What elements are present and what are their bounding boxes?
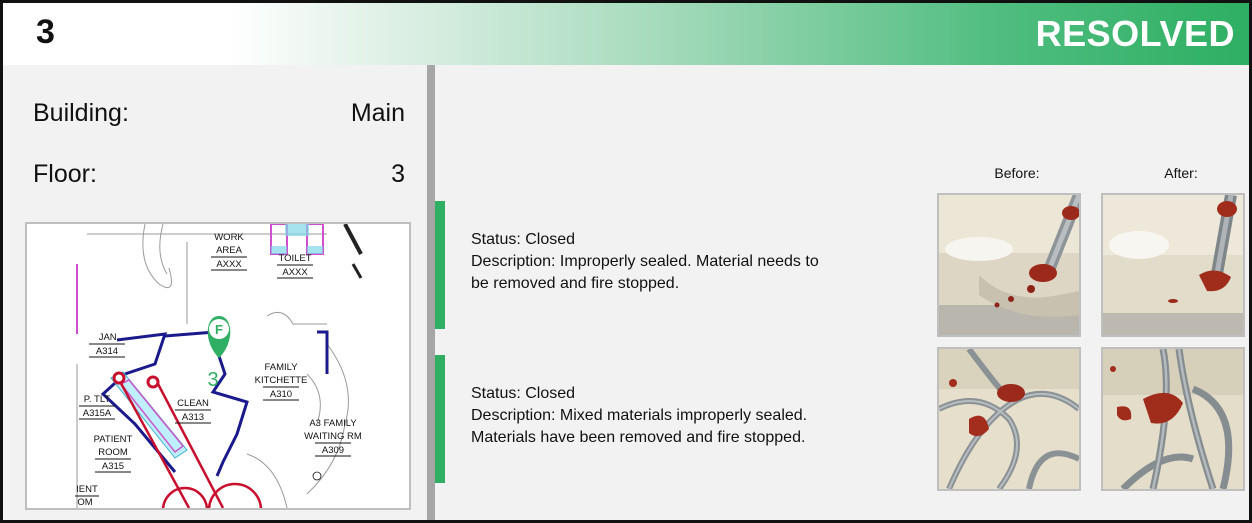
building-row: Building: Main [33,99,405,128]
issue-status-bar [435,355,445,483]
room-waiting-code: A309 [322,445,344,456]
marker-number: 3 [207,369,218,391]
status-badge: RESOLVED [1035,13,1235,54]
room-patient-name2: ROOM [98,447,128,458]
building-value: Main [350,99,405,127]
room-partial-name2: OM [77,497,92,508]
room-family-code: A310 [270,389,292,400]
issue-description-line2: Materials have been removed and fire sto… [471,429,806,446]
building-label: Building: [33,99,129,127]
issue-description-line1: Description: Improperly sealed. Material… [471,253,819,270]
issue-description-line1: Description: Mixed materials improperly … [471,407,808,424]
report-header: 3 RESOLVED [3,3,1249,65]
room-clean-code: A313 [182,412,204,423]
room-patient-name: PATIENT [94,434,133,445]
room-partial-name: IENT [76,484,98,495]
room-waiting-name: A3 FAMILY [309,418,357,429]
room-jan-code: A314 [96,346,118,357]
room-patient-code: A315 [102,461,124,472]
room-jan-name: JAN. [99,332,120,343]
before-photo-1[interactable] [937,193,1081,337]
room-toilet-code: AXXX [282,267,308,278]
room-work-name: WORK [214,232,244,243]
issue-description-line2: be removed and fire stopped. [471,275,680,292]
room-clean-name: CLEAN [177,398,209,409]
room-toilet-name: TOILET [278,253,311,264]
floor-label: Floor: [33,160,97,188]
issue-status: Status: Closed [471,385,576,402]
issue-card-2: Status: Closed Description: Mixed materi… [435,355,915,483]
floor-plan-map[interactable]: WORK AREA AXXX TOILET AXXX JAN. A314 FAM… [25,222,411,510]
after-photo-1[interactable] [1101,193,1245,337]
room-family-name2: KITCHETTE [255,375,308,386]
room-work-code: AXXX [216,259,242,270]
issue-text-1: Status: Closed Description: Improperly s… [471,229,819,295]
floor-value: 3 [391,160,405,188]
issue-status: Status: Closed [471,231,576,248]
panel-divider [427,65,435,520]
room-ptlt-name: P. TLT [84,394,111,405]
report-page: 3 RESOLVED Building: Main Floor: 3 WORK … [0,0,1252,523]
room-work-name2: AREA [216,245,243,256]
before-label: Before: [994,165,1040,181]
marker-letter: F [215,322,223,337]
issue-status-bar [435,201,445,329]
issues-panel: Before: After: Status: Closed Descriptio… [435,65,1249,520]
before-photo-2[interactable] [937,347,1081,491]
room-ptlt-code: A315A [83,408,112,419]
issue-card-1: Status: Closed Description: Improperly s… [435,201,915,329]
after-photo-2[interactable] [1101,347,1245,491]
location-panel: Building: Main Floor: 3 WORK AREA AXXX T… [3,65,427,520]
room-family-name: FAMILY [264,362,298,373]
issue-text-2: Status: Closed Description: Mixed materi… [471,383,807,449]
after-label: After: [1164,165,1198,181]
report-number: 3 [36,13,55,51]
issue-marker-pin[interactable]: F [207,316,231,358]
floor-row: Floor: 3 [33,160,405,189]
room-waiting-name2: WAITING RM [304,431,362,442]
